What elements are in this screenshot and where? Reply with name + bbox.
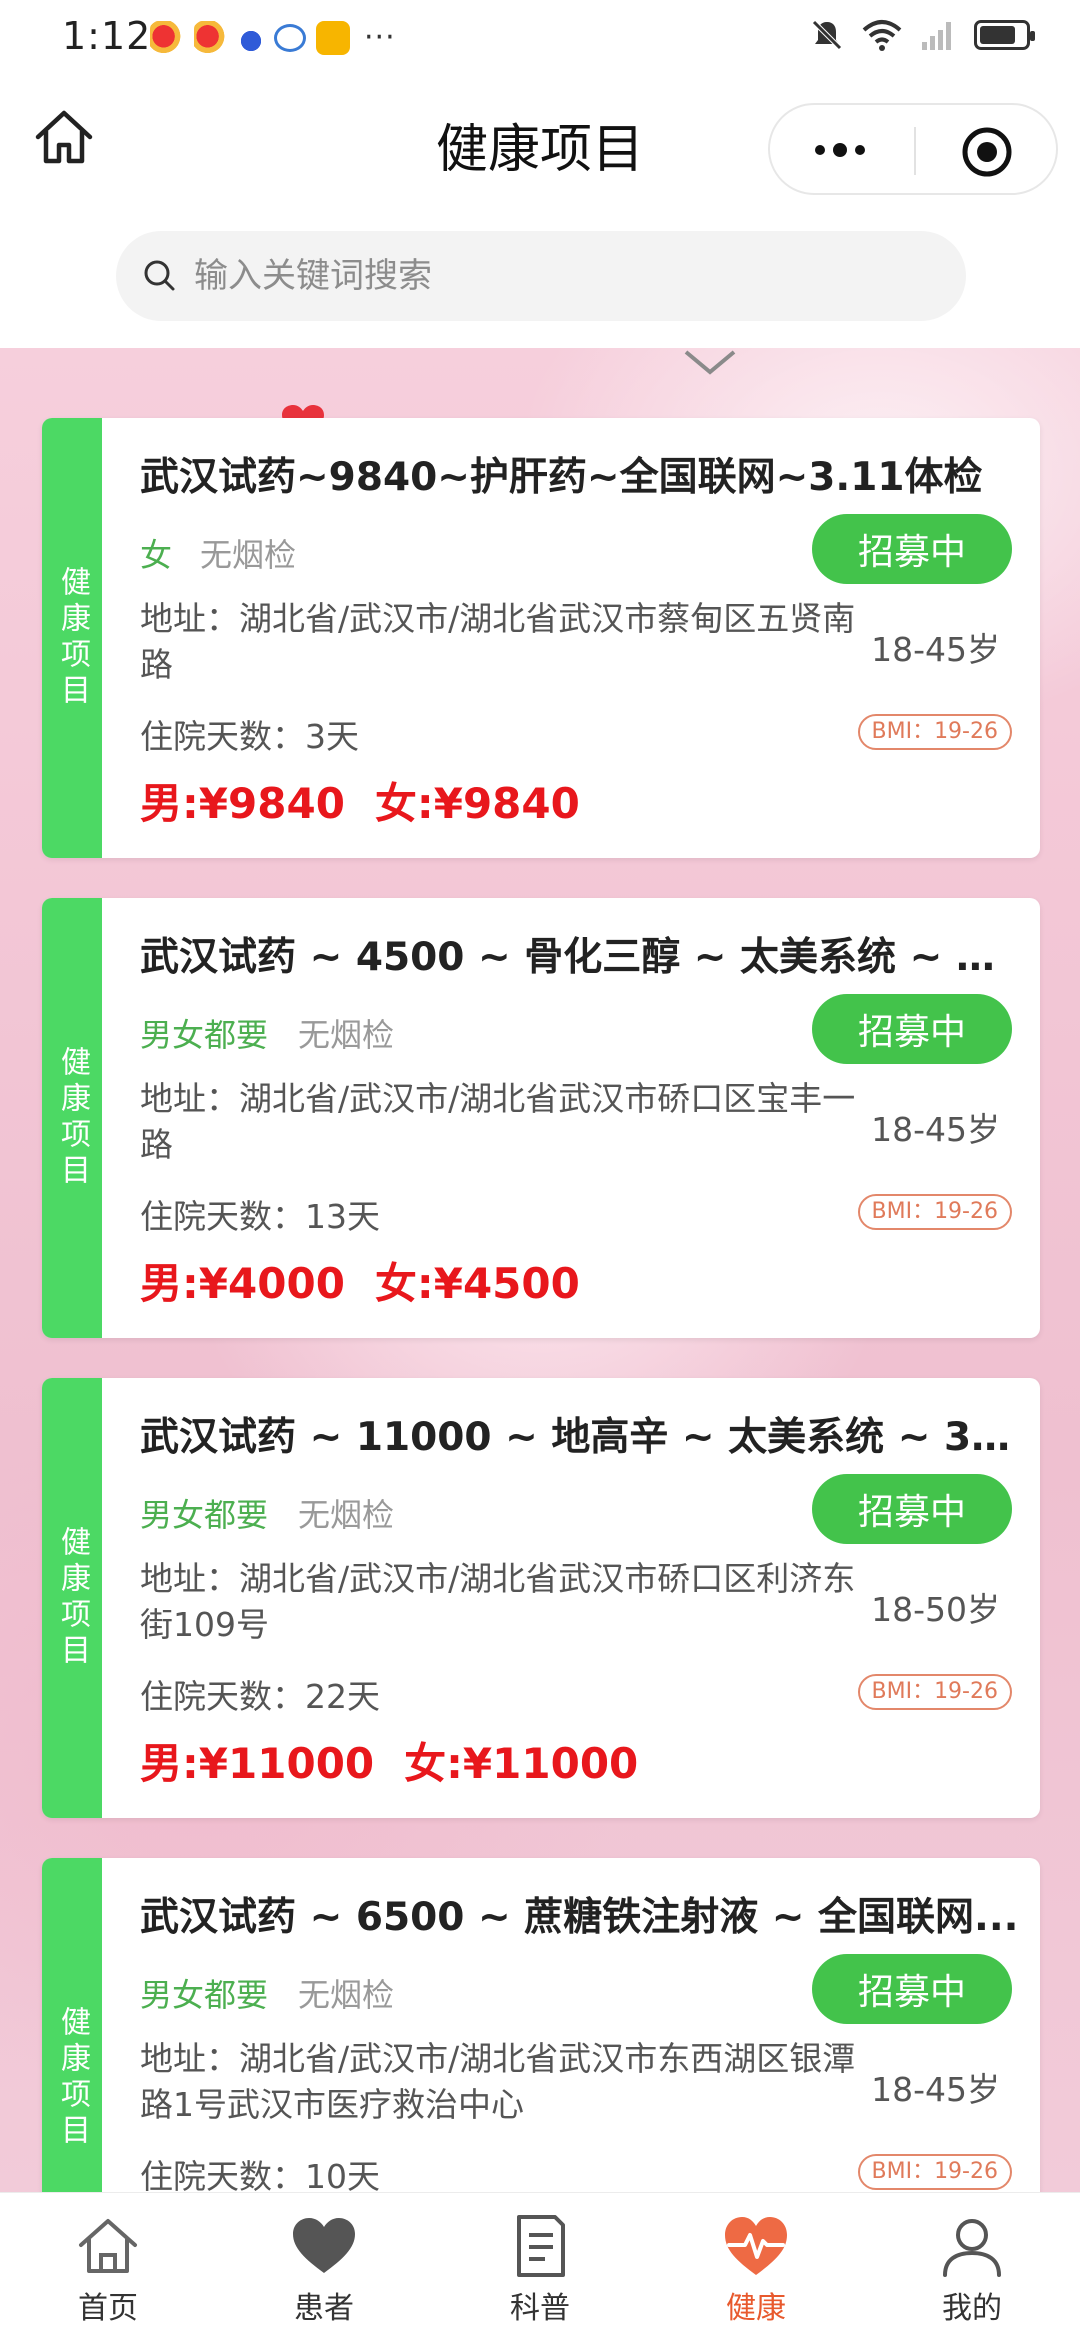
- tab-label: 健康: [726, 2291, 786, 2326]
- compensation: 男:¥11000 女:¥11000: [140, 1730, 638, 1791]
- weibo-icon: [150, 20, 184, 55]
- status-time: 1:12: [62, 14, 152, 58]
- tab-label: 我的: [942, 2291, 1002, 2326]
- user-icon: [943, 2219, 1001, 2277]
- compensation: 男:¥4000 女:¥4500: [140, 1250, 580, 1311]
- navigation-header: 健康项目: [0, 75, 1080, 215]
- smoke-check: 无烟检: [298, 1496, 395, 1534]
- system-status: [810, 18, 1035, 52]
- mute-icon: [812, 20, 842, 50]
- project-card[interactable]: 健康项目 武汉试药 ~ 11000 ~ 地高辛 ~ 太美系统 ~ 3.7... …: [42, 1378, 1040, 1818]
- tab-home[interactable]: 首页: [0, 2193, 216, 2340]
- smoke-check: 无烟检: [200, 536, 297, 574]
- tab-label: 患者: [294, 2291, 354, 2326]
- card-category-tag: 健康项目: [42, 1378, 102, 1818]
- recruiting-button[interactable]: 招募中: [812, 1954, 1012, 2024]
- tab-label: 科普: [510, 2291, 570, 2326]
- shop-icon: [316, 20, 350, 55]
- miniprogram-capsule: [768, 103, 1058, 195]
- gender-requirement: 男女都要: [140, 1496, 269, 1534]
- bmi-badge: BMI：19-26: [857, 2154, 1012, 2190]
- search-box[interactable]: [116, 231, 966, 321]
- project-address: 地址：湖北省/武汉市/湖北省武汉市蔡甸区五贤南路: [140, 599, 856, 684]
- tab-mine[interactable]: 我的: [864, 2193, 1080, 2340]
- project-list[interactable]: 健康项目 武汉试药~9840~护肝药~全国联网~3.11体检 女 无烟检 招募中…: [0, 348, 1080, 2192]
- age-range: 18-45岁: [871, 1110, 1000, 1149]
- chevron-decoration: [684, 350, 736, 375]
- female-price: 女:¥4500: [374, 1259, 580, 1308]
- male-price: 男:¥9840: [140, 779, 345, 828]
- search-icon: [144, 260, 175, 291]
- recruiting-button[interactable]: 招募中: [812, 1474, 1012, 1544]
- project-title: 武汉试药 ~ 6500 ~ 蔗糖铁注射液 ~ 全国联网...: [140, 1895, 1019, 1940]
- notification-icons: ···: [150, 20, 396, 55]
- more-notifications-icon: ···: [364, 20, 396, 55]
- project-address: 地址：湖北省/武汉市/湖北省武汉市硚口区宝丰一路: [140, 1079, 856, 1164]
- close-miniprogram-icon[interactable]: [960, 125, 1014, 179]
- card-category-tag: 健康项目: [42, 898, 102, 1338]
- hospital-days: 住院天数：3天: [140, 717, 359, 756]
- project-title: 武汉试药 ~ 4500 ~ 骨化三醇 ~ 太美系统 ~ 3....: [140, 935, 1020, 980]
- age-range: 18-50岁: [871, 1590, 1000, 1629]
- recruiting-button[interactable]: 招募中: [812, 994, 1012, 1064]
- bottom-tab-bar: 首页 患者 科普 健康 我的: [0, 2192, 1080, 2340]
- heart-icon: [293, 2218, 355, 2273]
- hospital-days: 住院天数：10天: [140, 2157, 380, 2192]
- compensation: 男:¥9840 女:¥9840: [140, 770, 580, 831]
- hospital-days: 住院天数：22天: [140, 1677, 380, 1716]
- age-range: 18-45岁: [871, 630, 1000, 669]
- male-price: 男:¥4000: [140, 1259, 345, 1308]
- gender-requirement: 男女都要: [140, 1976, 269, 2014]
- status-bar: 1:12 ···: [0, 0, 1080, 75]
- gender-requirement: 女: [140, 536, 173, 574]
- capsule-divider: [914, 127, 916, 175]
- signal-icon: [922, 22, 951, 50]
- search-area: [0, 215, 1080, 348]
- age-range: 18-45岁: [871, 2070, 1000, 2109]
- project-title: 武汉试药 ~ 11000 ~ 地高辛 ~ 太美系统 ~ 3.7...: [140, 1415, 1020, 1460]
- home-icon: [79, 2219, 137, 2273]
- project-title: 武汉试药~9840~护肝药~全国联网~3.11体检: [140, 455, 983, 500]
- battery-icon: [974, 20, 1035, 50]
- male-price: 男:¥11000: [140, 1739, 375, 1788]
- female-price: 女:¥11000: [404, 1739, 639, 1788]
- baidu-icon: [238, 22, 264, 53]
- bmi-badge: BMI：19-26: [857, 714, 1012, 750]
- tab-health[interactable]: 健康: [648, 2193, 864, 2340]
- weibo-icon: [194, 20, 228, 55]
- smoke-check: 无烟检: [298, 1016, 395, 1054]
- more-options-icon[interactable]: [810, 135, 870, 165]
- tab-label: 首页: [78, 2291, 138, 2326]
- female-price: 女:¥9840: [374, 779, 580, 828]
- project-card[interactable]: 健康项目 武汉试药 ~ 6500 ~ 蔗糖铁注射液 ~ 全国联网... 男女都要…: [42, 1858, 1040, 2192]
- tab-science[interactable]: 科普: [432, 2193, 648, 2340]
- bmi-badge: BMI：19-26: [857, 1194, 1012, 1230]
- card-category-tag: 健康项目: [42, 1858, 102, 2192]
- recruiting-button[interactable]: 招募中: [812, 514, 1012, 584]
- bmi-badge: BMI：19-26: [857, 1674, 1012, 1710]
- tab-patient[interactable]: 患者: [216, 2193, 432, 2340]
- search-input[interactable]: [194, 256, 934, 296]
- wifi-icon: [862, 20, 902, 51]
- project-address: 地址：湖北省/武汉市/湖北省武汉市硚口区利济东街109号: [140, 1559, 856, 1644]
- gender-requirement: 男女都要: [140, 1016, 269, 1054]
- project-card[interactable]: 健康项目 武汉试药~9840~护肝药~全国联网~3.11体检 女 无烟检 招募中…: [42, 418, 1040, 858]
- health-pulse-icon: [725, 2217, 787, 2275]
- hospital-days: 住院天数：13天: [140, 1197, 380, 1236]
- project-address: 地址：湖北省/武汉市/湖北省武汉市东西湖区银潭路1号武汉市医疗救治中心: [140, 2039, 856, 2124]
- chat-icon: [274, 23, 306, 52]
- card-category-tag: 健康项目: [42, 418, 102, 858]
- document-icon: [517, 2215, 565, 2277]
- smoke-check: 无烟检: [298, 1976, 395, 2014]
- project-card[interactable]: 健康项目 武汉试药 ~ 4500 ~ 骨化三醇 ~ 太美系统 ~ 3.... 男…: [42, 898, 1040, 1338]
